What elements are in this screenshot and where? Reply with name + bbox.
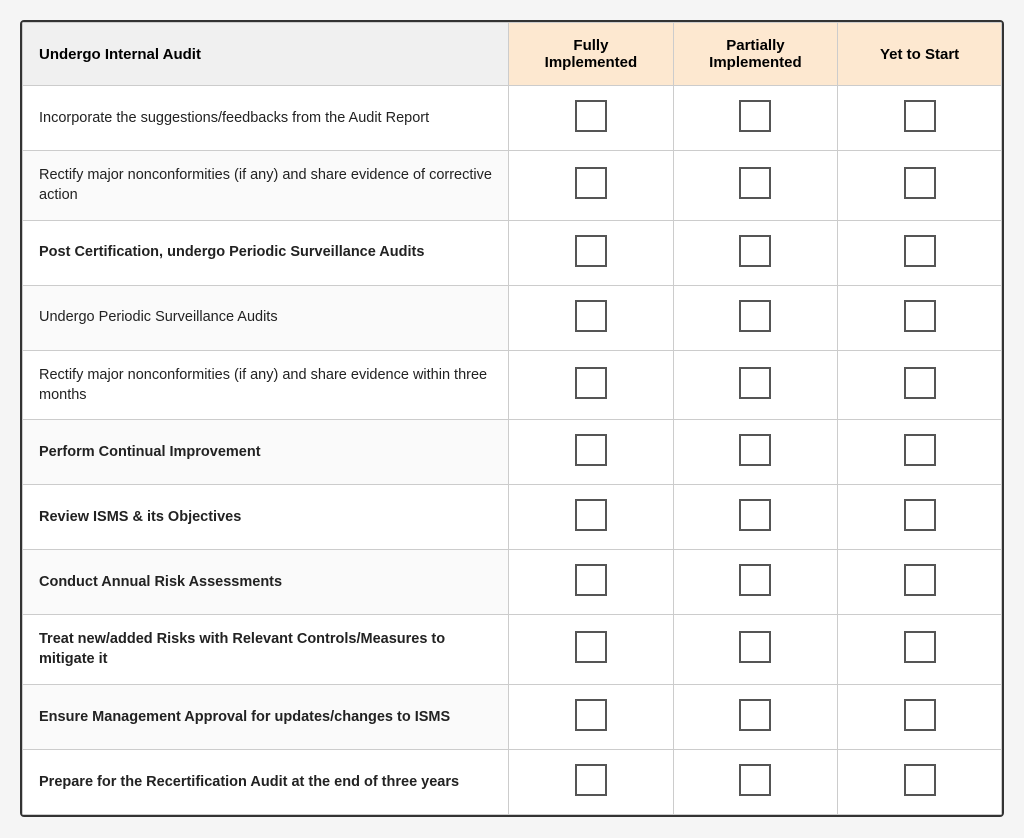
- row-label: Post Certification, undergo Periodic Sur…: [23, 220, 509, 285]
- header-col1: Undergo Internal Audit: [23, 23, 509, 86]
- checkbox-cell-partially-implemented[interactable]: [673, 285, 838, 350]
- checkbox-box[interactable]: [575, 167, 607, 199]
- checkbox-box[interactable]: [904, 631, 936, 663]
- checkbox-box[interactable]: [575, 631, 607, 663]
- checkbox-cell-fully-implemented[interactable]: [509, 151, 674, 221]
- row-label: Rectify major nonconformities (if any) a…: [23, 151, 509, 221]
- row-label: Rectify major nonconformities (if any) a…: [23, 350, 509, 420]
- row-label: Perform Continual Improvement: [23, 420, 509, 485]
- checkbox-cell-fully-implemented[interactable]: [509, 350, 674, 420]
- checkbox-box[interactable]: [739, 564, 771, 596]
- checkbox-box[interactable]: [904, 100, 936, 132]
- checkbox-cell-partially-implemented[interactable]: [673, 615, 838, 685]
- checkbox-box[interactable]: [575, 300, 607, 332]
- checkbox-box[interactable]: [904, 699, 936, 731]
- checkbox-box[interactable]: [904, 564, 936, 596]
- checkbox-cell-yet-to-start[interactable]: [838, 350, 1002, 420]
- table-row: Ensure Management Approval for updates/c…: [23, 684, 1002, 749]
- header-col2: Fully Implemented: [509, 23, 674, 86]
- table-row: Conduct Annual Risk Assessments: [23, 550, 1002, 615]
- checkbox-cell-fully-implemented[interactable]: [509, 420, 674, 485]
- checkbox-box[interactable]: [739, 167, 771, 199]
- header-col3: Partially Implemented: [673, 23, 838, 86]
- checkbox-box[interactable]: [904, 235, 936, 267]
- checkbox-box[interactable]: [904, 764, 936, 796]
- checkbox-cell-yet-to-start[interactable]: [838, 615, 1002, 685]
- checkbox-cell-fully-implemented[interactable]: [509, 615, 674, 685]
- checkbox-box[interactable]: [575, 434, 607, 466]
- checkbox-box[interactable]: [739, 631, 771, 663]
- row-label: Conduct Annual Risk Assessments: [23, 550, 509, 615]
- checkbox-box[interactable]: [904, 167, 936, 199]
- checkbox-box[interactable]: [739, 367, 771, 399]
- checkbox-cell-yet-to-start[interactable]: [838, 220, 1002, 285]
- checkbox-cell-fully-implemented[interactable]: [509, 550, 674, 615]
- table-row: Undergo Periodic Surveillance Audits: [23, 285, 1002, 350]
- checkbox-box[interactable]: [575, 564, 607, 596]
- checkbox-cell-partially-implemented[interactable]: [673, 684, 838, 749]
- table-row: Rectify major nonconformities (if any) a…: [23, 151, 1002, 221]
- checkbox-cell-fully-implemented[interactable]: [509, 220, 674, 285]
- checkbox-cell-partially-implemented[interactable]: [673, 220, 838, 285]
- checkbox-box[interactable]: [575, 367, 607, 399]
- row-label: Prepare for the Recertification Audit at…: [23, 749, 509, 814]
- table-row: Perform Continual Improvement: [23, 420, 1002, 485]
- checkbox-cell-yet-to-start[interactable]: [838, 86, 1002, 151]
- row-label: Treat new/added Risks with Relevant Cont…: [23, 615, 509, 685]
- table-row: Review ISMS & its Objectives: [23, 485, 1002, 550]
- checkbox-box[interactable]: [575, 699, 607, 731]
- checkbox-cell-partially-implemented[interactable]: [673, 86, 838, 151]
- row-label: Ensure Management Approval for updates/c…: [23, 684, 509, 749]
- checkbox-cell-yet-to-start[interactable]: [838, 550, 1002, 615]
- table-row: Prepare for the Recertification Audit at…: [23, 749, 1002, 814]
- checkbox-cell-yet-to-start[interactable]: [838, 749, 1002, 814]
- checkbox-cell-fully-implemented[interactable]: [509, 749, 674, 814]
- checkbox-box[interactable]: [739, 434, 771, 466]
- checkbox-cell-partially-implemented[interactable]: [673, 350, 838, 420]
- table-row: Treat new/added Risks with Relevant Cont…: [23, 615, 1002, 685]
- row-label: Review ISMS & its Objectives: [23, 485, 509, 550]
- checkbox-box[interactable]: [739, 235, 771, 267]
- checkbox-cell-partially-implemented[interactable]: [673, 420, 838, 485]
- checkbox-box[interactable]: [904, 367, 936, 399]
- checkbox-cell-yet-to-start[interactable]: [838, 485, 1002, 550]
- checkbox-box[interactable]: [904, 434, 936, 466]
- checkbox-cell-partially-implemented[interactable]: [673, 151, 838, 221]
- checkbox-cell-yet-to-start[interactable]: [838, 684, 1002, 749]
- checkbox-cell-partially-implemented[interactable]: [673, 749, 838, 814]
- checkbox-box[interactable]: [575, 764, 607, 796]
- checkbox-box[interactable]: [575, 499, 607, 531]
- checkbox-cell-partially-implemented[interactable]: [673, 550, 838, 615]
- table-row: Post Certification, undergo Periodic Sur…: [23, 220, 1002, 285]
- checkbox-box[interactable]: [575, 100, 607, 132]
- checkbox-cell-fully-implemented[interactable]: [509, 485, 674, 550]
- checkbox-box[interactable]: [575, 235, 607, 267]
- table-row: Incorporate the suggestions/feedbacks fr…: [23, 86, 1002, 151]
- checkbox-box[interactable]: [739, 300, 771, 332]
- table-row: Rectify major nonconformities (if any) a…: [23, 350, 1002, 420]
- checkbox-cell-yet-to-start[interactable]: [838, 151, 1002, 221]
- row-label: Incorporate the suggestions/feedbacks fr…: [23, 86, 509, 151]
- header-col4: Yet to Start: [838, 23, 1002, 86]
- checkbox-cell-yet-to-start[interactable]: [838, 420, 1002, 485]
- checkbox-box[interactable]: [904, 300, 936, 332]
- checkbox-cell-fully-implemented[interactable]: [509, 285, 674, 350]
- main-table-container: Undergo Internal Audit Fully Implemented…: [20, 20, 1004, 817]
- row-label: Undergo Periodic Surveillance Audits: [23, 285, 509, 350]
- checkbox-cell-fully-implemented[interactable]: [509, 684, 674, 749]
- checkbox-cell-fully-implemented[interactable]: [509, 86, 674, 151]
- checkbox-box[interactable]: [739, 764, 771, 796]
- checkbox-box[interactable]: [904, 499, 936, 531]
- checkbox-box[interactable]: [739, 499, 771, 531]
- checkbox-cell-yet-to-start[interactable]: [838, 285, 1002, 350]
- checkbox-box[interactable]: [739, 100, 771, 132]
- checkbox-cell-partially-implemented[interactable]: [673, 485, 838, 550]
- checkbox-box[interactable]: [739, 699, 771, 731]
